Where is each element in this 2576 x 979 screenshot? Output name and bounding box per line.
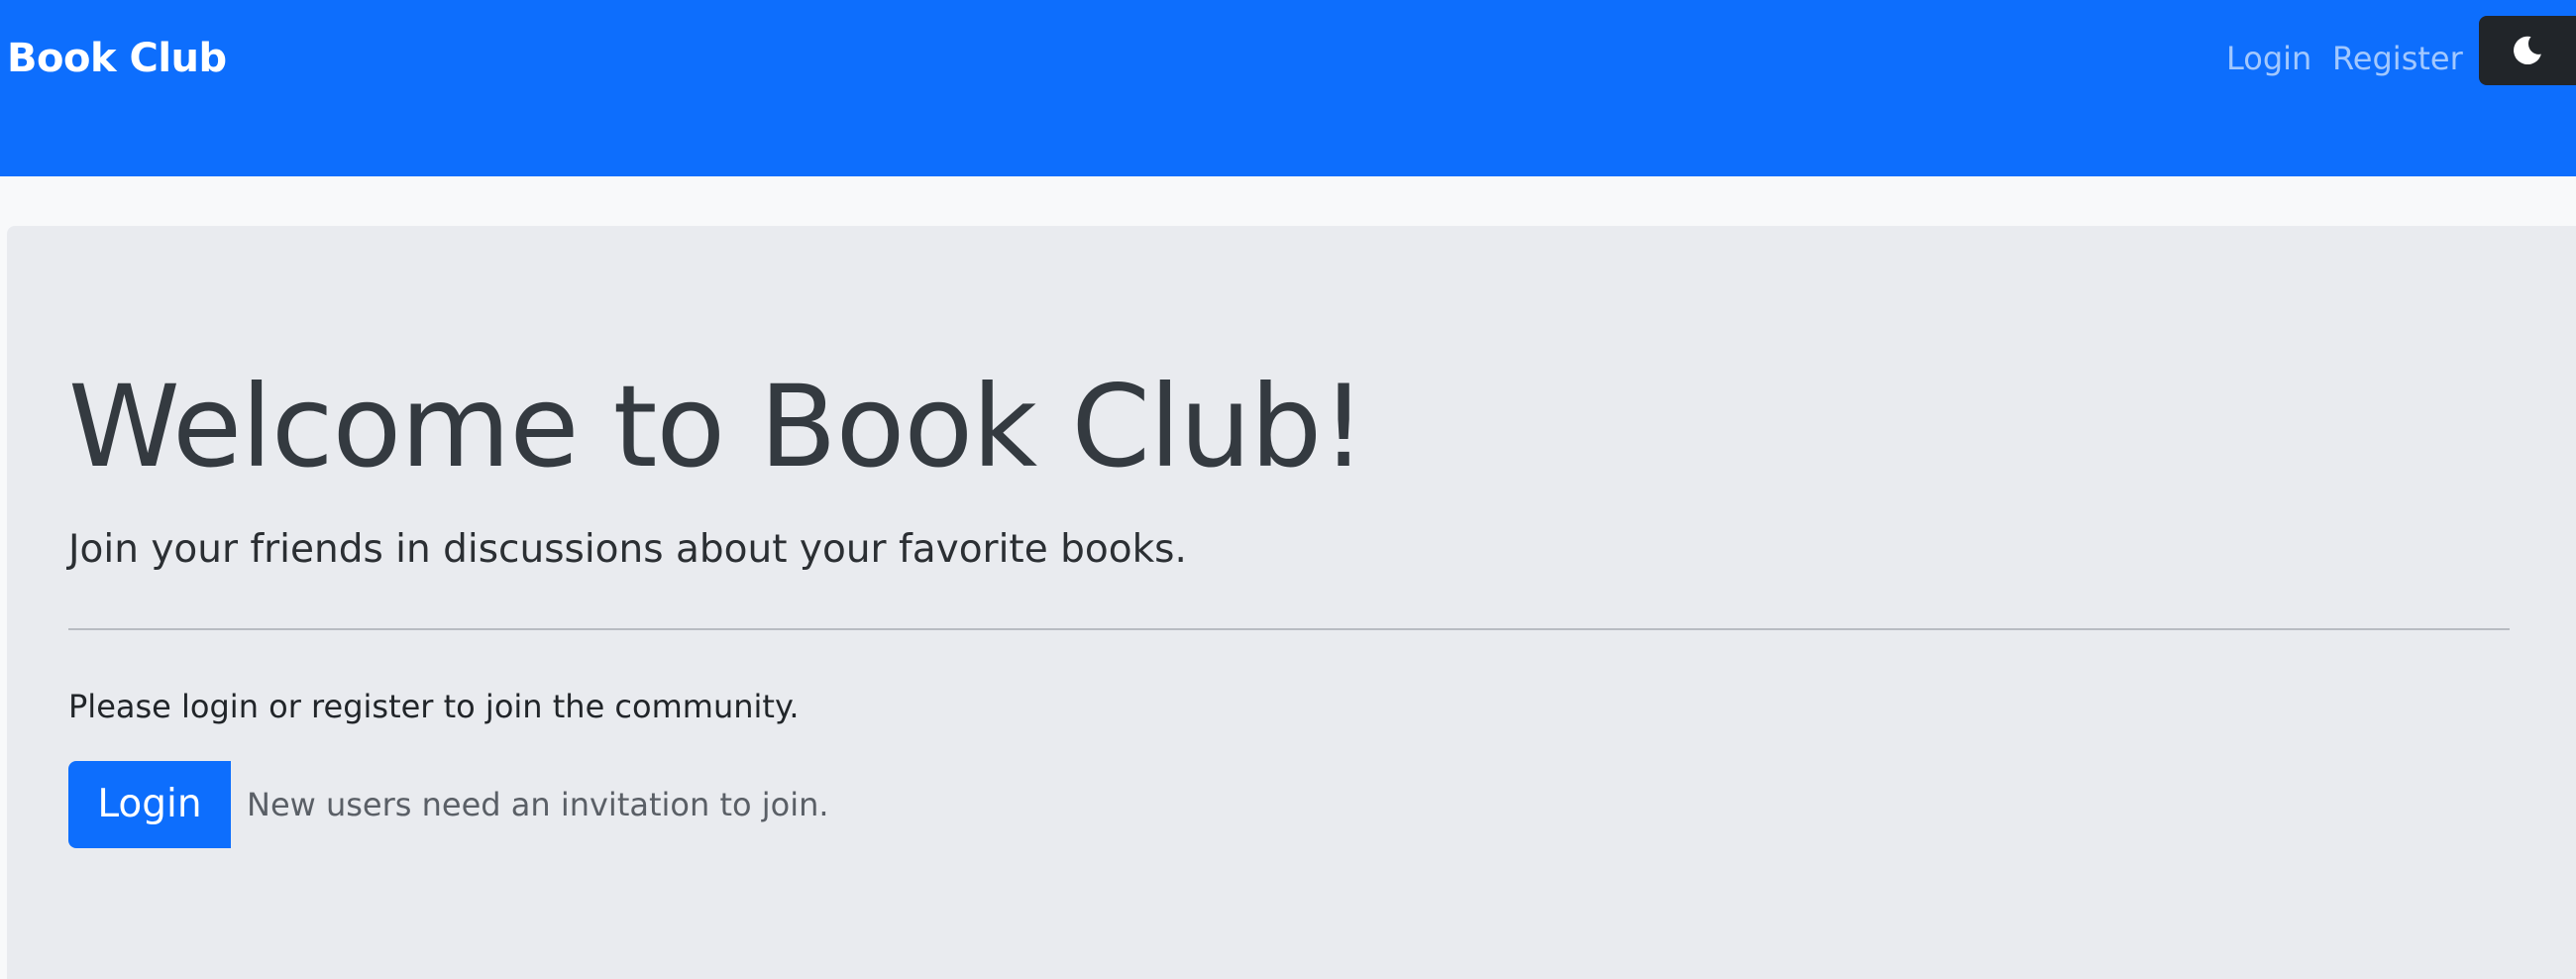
divider — [68, 628, 2510, 630]
welcome-panel: Welcome to Book Club! Join your friends … — [7, 226, 2576, 979]
brand-link[interactable]: Book Club — [7, 33, 227, 84]
nav-register-link[interactable]: Register — [2332, 36, 2463, 81]
top-navbar: Book Club Login Register — [0, 0, 2576, 176]
theme-toggle-button[interactable] — [2479, 16, 2576, 85]
login-button[interactable]: Login — [68, 761, 231, 848]
page-title: Welcome to Book Club! — [68, 361, 1366, 492]
lead-text: Join your friends in discussions about y… — [68, 527, 1187, 572]
nav-login-link[interactable]: Login — [2226, 36, 2311, 81]
login-prompt-text: Please login or register to join the com… — [68, 688, 800, 725]
invitation-note: New users need an invitation to join. — [247, 786, 829, 823]
moon-icon — [2514, 36, 2541, 65]
